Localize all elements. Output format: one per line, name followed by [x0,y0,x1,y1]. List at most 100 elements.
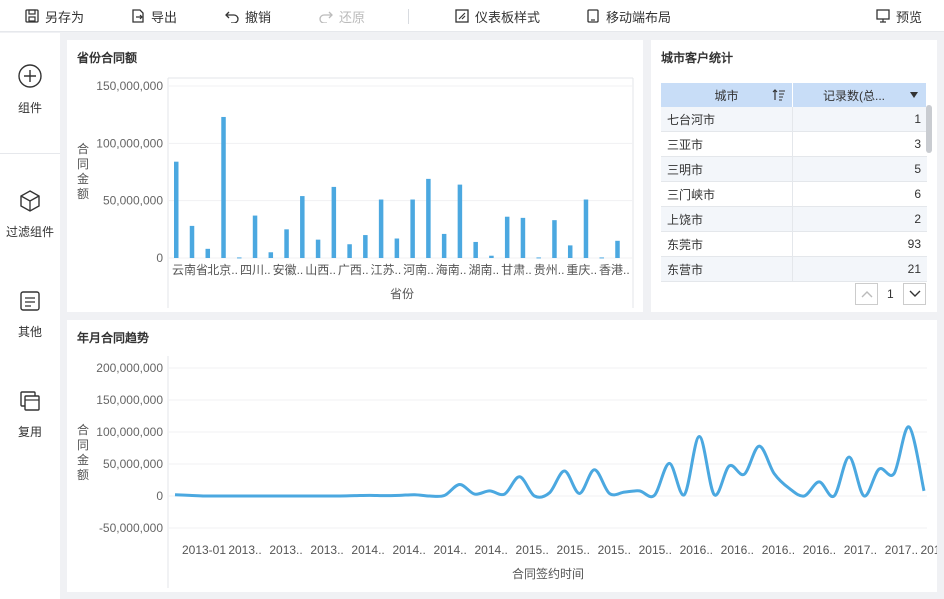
sidebar: 组件 过滤组件 其他 复用 [0,33,60,599]
x-tick-label: 2014.. [392,543,425,557]
x-tick-label: 2013-01 [182,543,226,557]
table-header: 城市 记录数(总... [661,83,927,107]
bar [394,238,400,258]
x-tick-label: 2013.. [310,543,343,557]
sidebar-item-reuse[interactable]: 复用 [0,389,60,440]
count-cell: 21 [907,262,921,276]
page-prev-button[interactable] [855,283,878,305]
bar [205,248,211,258]
table-row[interactable]: 东莞市 93 [661,232,927,257]
undo-icon [225,11,239,23]
bar [552,220,557,258]
y-tick-label: 100,000,000 [96,136,163,150]
y-axis-title-char: 额 [77,187,89,201]
monitor-icon [876,9,890,23]
sort-icon[interactable] [772,89,786,101]
bar [363,235,368,258]
bar [441,233,447,258]
x-tick-label: 江苏.. [371,263,402,277]
sidebar-item-filter-components[interactable]: 过滤组件 [0,189,60,240]
copy-icon [20,391,40,411]
caret-down-icon[interactable] [910,92,918,98]
table-scrollbar[interactable] [926,105,932,153]
toolbar: 另存为 导出 撤销 还原 仪表板样式 移动端布局 预览 [0,0,944,32]
table-row[interactable]: 三亚市 3 [661,132,927,157]
y-tick-label: -50,000,000 [99,521,163,535]
x-tick-label: 2015.. [639,543,672,557]
x-tick-label: 2016.. [680,543,713,557]
preview-button[interactable]: 预览 [876,0,922,32]
bar [284,229,289,258]
x-tick-label: 湖南.. [468,262,499,277]
x-tick-label: 云南省 [172,262,208,277]
x-tick-label: 2017-08 [920,543,937,557]
bar [410,199,415,258]
city-cell: 东莞市 [661,232,793,256]
sidebar-item-label: 组件 [17,101,42,115]
x-tick-label: 2013.. [228,543,261,557]
x-tick-label: 2015.. [557,543,590,557]
city-column-header[interactable]: 城市 [661,83,793,107]
y-axis-title-char: 额 [77,468,89,482]
x-tick-label: 2013.. [269,543,302,557]
dashboard-style-button[interactable]: 仪表板样式 [455,0,540,32]
x-tick-label: 2017.. [844,543,877,557]
table-row[interactable]: 七台河市 1 [661,107,927,132]
city-cell: 三门峡市 [661,182,793,206]
city-cell: 上饶市 [661,207,793,231]
x-tick-label: 2015.. [516,543,549,557]
x-axis-title: 省份 [390,287,414,301]
x-tick-label: 2016.. [721,543,754,557]
page-next-button[interactable] [903,283,926,305]
bar [504,216,510,258]
table-row[interactable]: 三门峡市 6 [661,182,927,207]
series-line [174,425,926,499]
document-icon [20,291,40,311]
bar [378,199,384,258]
undo-button[interactable]: 撤销 [225,0,271,32]
bar [221,116,226,259]
x-tick-label: 2015.. [598,543,631,557]
bar [457,184,463,258]
bar [174,161,179,258]
x-tick-label: 2016.. [803,543,836,557]
export-label: 导出 [151,9,178,25]
export-icon [132,9,144,23]
bar [237,257,242,259]
bar [331,186,337,258]
sidebar-item-other[interactable]: 其他 [0,289,60,340]
bar [489,255,494,258]
page-number: 1 [887,287,894,301]
y-tick-label: 50,000,000 [103,457,163,471]
redo-label: 还原 [339,9,366,25]
preview-label: 预览 [896,9,923,25]
y-axis-title-char: 合 [77,141,89,156]
dashboard-style-label: 仪表板样式 [475,9,541,25]
city-cell: 三明市 [661,157,793,181]
bar [567,245,573,258]
plus-circle-icon [18,64,42,88]
table-row[interactable]: 东营市 21 [661,257,927,282]
table-row[interactable]: 三明市 5 [661,157,927,182]
x-tick-label: 甘肃.. [501,263,532,277]
export-button[interactable]: 导出 [131,0,177,32]
count-column-header[interactable]: 记录数(总... [793,83,927,107]
y-axis-title-char: 同 [77,438,89,452]
table-row[interactable]: 上饶市 2 [661,207,927,232]
mobile-layout-button[interactable]: 移动端布局 [586,0,671,32]
sidebar-divider [0,153,60,154]
x-axis-title: 合同签约时间 [512,566,584,581]
save-as-button[interactable]: 另存为 [25,0,84,32]
y-tick-label: 200,000,000 [96,361,163,375]
y-axis-title-char: 同 [77,157,89,171]
redo-button[interactable]: 还原 [319,0,365,32]
y-axis-title-char: 金 [77,171,89,186]
trend-line-chart: -50,000,000 0 50,000,000 100,000,000 150,000… [77,356,937,588]
city-cell: 三亚市 [661,132,793,156]
bar [520,217,526,258]
sidebar-item-components[interactable]: 组件 [0,63,60,116]
bar [536,257,541,259]
x-tick-label: 2014.. [351,543,384,557]
count-cell: 2 [914,212,921,226]
column-label: 记录数(总... [823,88,885,103]
